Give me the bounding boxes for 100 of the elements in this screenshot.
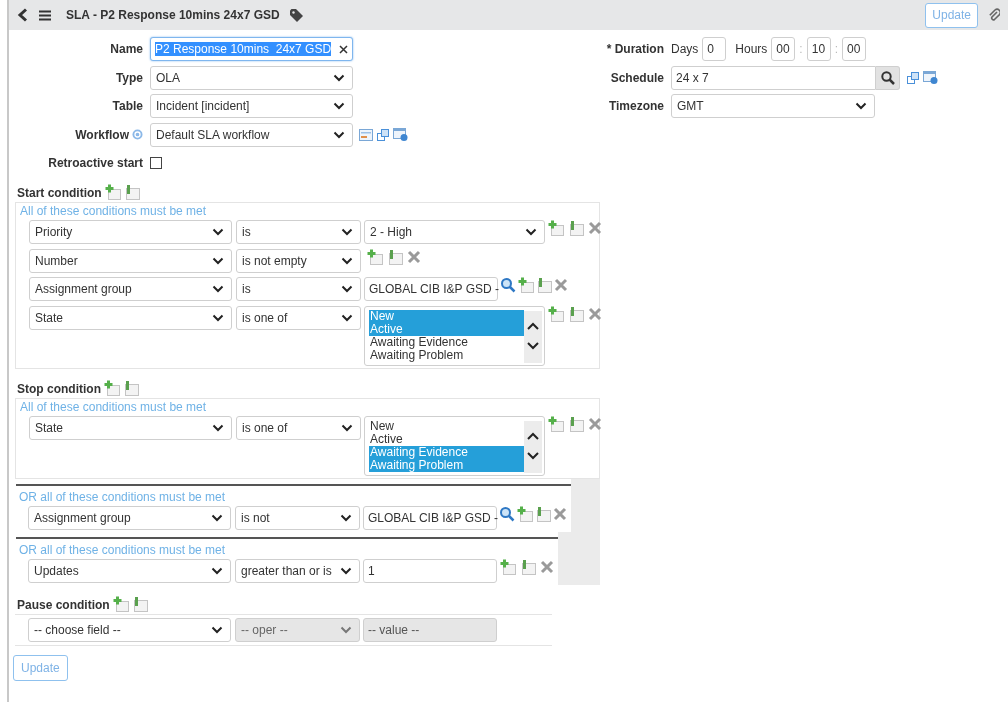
days-label: Days <box>671 42 699 56</box>
operator-dropdown[interactable]: is one of <box>236 305 361 330</box>
minutes-field[interactable]: 10 <box>806 37 831 61</box>
chevron-down-icon <box>341 256 353 265</box>
chevron-down-icon <box>333 130 345 139</box>
scrollbar[interactable] <box>524 420 542 473</box>
add-or-condition-icon[interactable] <box>131 595 148 612</box>
add-or-condition-icon[interactable] <box>568 415 584 432</box>
multi-select-list[interactable]: New Active Awaiting Evidence Awaiting Problem <box>364 415 545 476</box>
scrollbar[interactable] <box>524 310 542 363</box>
field-dropdown[interactable]: Priority <box>29 220 232 244</box>
menu-icon[interactable] <box>39 9 51 21</box>
add-or-condition-icon[interactable] <box>123 184 140 200</box>
window-info-icon[interactable] <box>393 128 408 141</box>
back-icon[interactable] <box>17 8 29 22</box>
hours-field[interactable]: 00 <box>771 37 796 61</box>
chevron-down-icon <box>341 285 353 293</box>
days-field[interactable]: 0 <box>702 37 727 61</box>
operator-dropdown[interactable]: is not empty <box>236 248 361 273</box>
add-and-condition-icon[interactable] <box>104 379 120 396</box>
field-dropdown[interactable]: Number <box>29 248 232 273</box>
value-field[interactable]: GLOBAL CIB I&P GSD - <box>364 277 498 301</box>
delete-icon[interactable] <box>588 416 602 431</box>
add-and-condition-icon[interactable] <box>367 248 383 265</box>
group-heading: All of these conditions must be met <box>20 204 208 219</box>
field-label: Name <box>109 42 143 56</box>
field-dropdown[interactable]: Updates <box>28 558 231 583</box>
add-or-condition-icon[interactable] <box>123 379 139 396</box>
search-icon[interactable] <box>499 505 515 522</box>
list-option[interactable]: New <box>369 419 524 433</box>
workflow-dropdown[interactable]: Default SLA workflow <box>150 122 353 147</box>
operator-dropdown[interactable]: is not <box>235 505 360 530</box>
chevron-down-icon <box>341 313 353 322</box>
add-or-condition-icon[interactable] <box>535 505 551 522</box>
value-dropdown[interactable]: 2 - High <box>364 220 545 244</box>
attachment-icon[interactable] <box>988 8 1000 22</box>
chevron-down-icon <box>212 285 224 293</box>
type-dropdown[interactable]: OLA <box>150 65 353 90</box>
add-and-condition-icon[interactable] <box>104 184 121 200</box>
search-button[interactable] <box>876 65 900 90</box>
chevron-down-icon <box>212 228 224 236</box>
section-heading: Stop condition <box>17 381 101 396</box>
chevron-down-icon <box>333 73 345 82</box>
field-dropdown[interactable]: -- choose field -- <box>28 617 231 642</box>
add-and-condition-icon[interactable] <box>112 595 129 612</box>
value-field[interactable]: 1 <box>363 558 497 583</box>
delete-icon[interactable] <box>407 249 421 264</box>
time-separator: : <box>834 42 839 56</box>
list-option[interactable]: Active <box>369 432 524 446</box>
delete-icon[interactable] <box>588 221 602 235</box>
delete-icon[interactable] <box>588 306 602 321</box>
add-or-condition-icon[interactable] <box>520 558 536 575</box>
delete-icon[interactable] <box>554 278 568 292</box>
operator-dropdown[interactable]: is one of <box>236 415 361 440</box>
value-field[interactable]: GLOBAL CIB I&P GSD - <box>363 505 497 530</box>
add-and-condition-icon[interactable] <box>517 505 533 522</box>
add-or-condition-icon[interactable] <box>387 248 403 265</box>
chevron-down-icon <box>341 423 353 432</box>
delete-icon[interactable] <box>553 506 567 521</box>
multi-select-list[interactable]: New Active Awaiting Evidence Awaiting Problem <box>364 305 545 366</box>
field-dropdown[interactable]: State <box>29 415 232 440</box>
popout-icon[interactable] <box>377 128 389 141</box>
field-dropdown[interactable]: State <box>29 305 232 330</box>
hours-label: Hours <box>735 42 768 56</box>
list-option[interactable]: Awaiting Evidence <box>369 335 524 349</box>
chevron-down-icon <box>333 102 345 110</box>
add-or-condition-icon[interactable] <box>568 220 584 236</box>
search-icon[interactable] <box>500 277 516 293</box>
field-dropdown[interactable]: Assignment group <box>28 505 231 530</box>
list-option[interactable]: Awaiting Problem <box>369 348 524 362</box>
chevron-down-icon <box>212 256 224 265</box>
help-icon[interactable] <box>132 129 143 140</box>
operator-dropdown[interactable]: is <box>236 277 361 301</box>
form-icon[interactable] <box>359 128 373 141</box>
field-label: Schedule <box>609 70 664 85</box>
add-or-condition-icon[interactable] <box>536 277 552 293</box>
delete-icon[interactable] <box>540 559 554 574</box>
seconds-field[interactable]: 00 <box>842 37 867 61</box>
retroactive-checkbox[interactable] <box>150 157 162 169</box>
chevron-down-icon <box>212 313 224 322</box>
clear-icon[interactable] <box>339 44 348 54</box>
search-icon <box>880 70 895 85</box>
add-and-condition-icon[interactable] <box>500 558 516 575</box>
timezone-dropdown[interactable]: GMT <box>671 94 875 118</box>
group-heading: All of these conditions must be met <box>20 399 208 415</box>
add-and-condition-icon[interactable] <box>548 305 564 322</box>
operator-dropdown[interactable]: is <box>236 220 361 244</box>
add-or-condition-icon[interactable] <box>568 305 584 322</box>
add-and-condition-icon[interactable] <box>548 415 564 432</box>
field-dropdown[interactable]: Assignment group <box>29 277 232 301</box>
window-info-icon[interactable] <box>923 71 938 84</box>
table-dropdown[interactable]: Incident [incident] <box>150 94 353 118</box>
tag-icon[interactable] <box>289 8 303 22</box>
schedule-field[interactable]: 24 x 7 <box>671 65 876 90</box>
chevron-down-icon <box>340 566 352 575</box>
operator-dropdown[interactable]: greater than or is <box>235 558 360 583</box>
popout-icon[interactable] <box>907 71 919 84</box>
add-and-condition-icon[interactable] <box>518 277 534 293</box>
section-heading: Pause condition <box>17 597 110 612</box>
add-and-condition-icon[interactable] <box>548 220 564 236</box>
